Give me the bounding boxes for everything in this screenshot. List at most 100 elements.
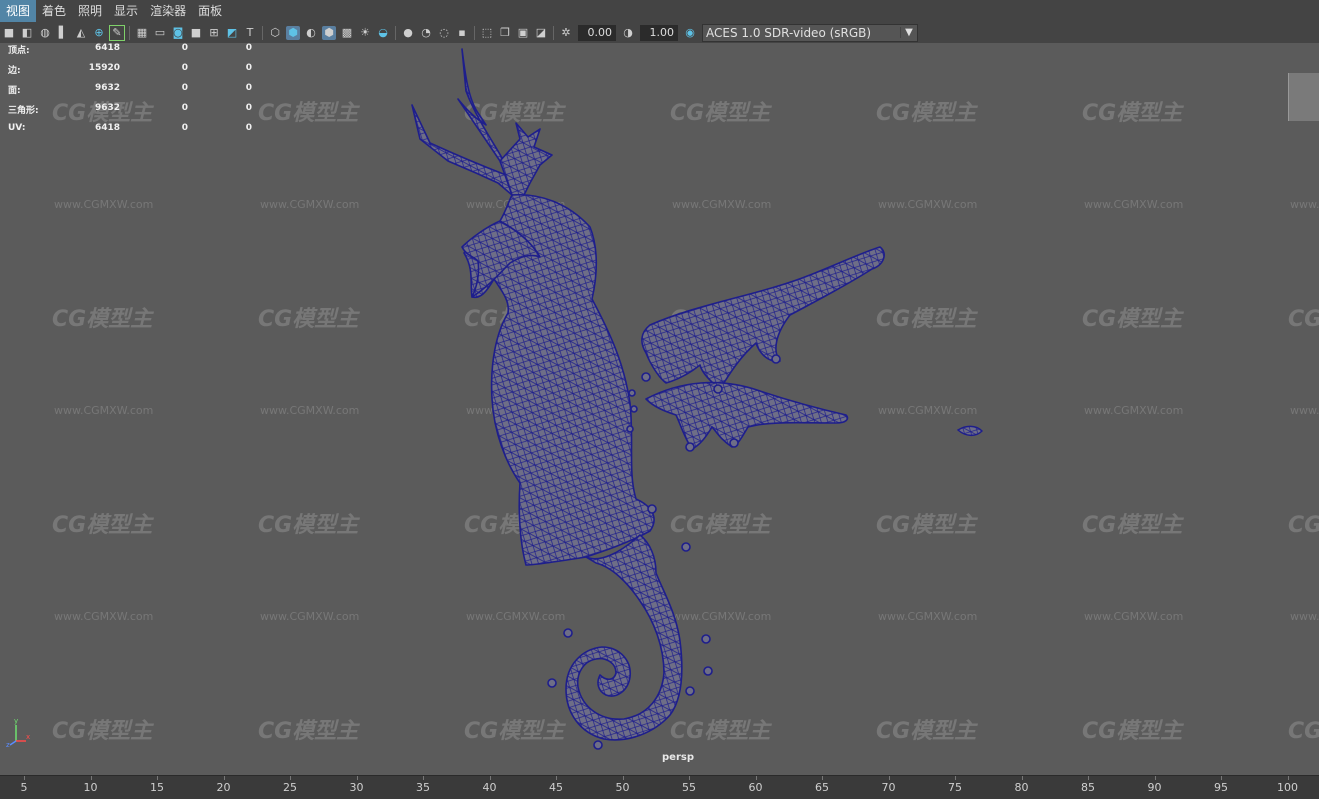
wireframe-on-shaded-icon[interactable]: ⬢ xyxy=(322,25,336,40)
timeline-tick-mark xyxy=(1021,776,1023,780)
bookmark-icon[interactable]: ▌ xyxy=(56,26,70,40)
timeline-tick-mark xyxy=(356,776,358,780)
antler-right xyxy=(499,122,553,196)
toolbar-separator xyxy=(129,25,130,40)
menu-view[interactable]: 视图 xyxy=(0,0,37,22)
timeline-tick-label: 20 xyxy=(216,781,231,794)
tail-knob xyxy=(681,542,691,552)
fin-knob xyxy=(628,389,636,397)
exposure-icon[interactable]: ✲ xyxy=(559,26,573,40)
toolbar-separator xyxy=(262,25,263,40)
timeline-tick-mark xyxy=(622,776,624,780)
timeline-tick-label: 90 xyxy=(1147,781,1162,794)
timeline-tick-mark xyxy=(822,776,823,780)
toolbar-separator xyxy=(553,25,554,40)
wing-tip-knob xyxy=(641,372,651,382)
tail-knob xyxy=(647,504,657,514)
timeline-tick-label: 35 xyxy=(416,781,430,794)
wireframe-icon[interactable]: ⬡ xyxy=(268,26,282,40)
grid-icon[interactable]: ▦ xyxy=(135,26,149,40)
seahorse-dragon-model[interactable] xyxy=(0,43,1319,775)
timeline-tick-mark xyxy=(1221,776,1222,780)
bookmark-camera-icon[interactable]: ◍ xyxy=(38,26,52,40)
x-ray-active-components-icon[interactable]: ▣ xyxy=(516,26,530,40)
menu-shading[interactable]: 着色 xyxy=(36,0,72,22)
timeline-tick-mark xyxy=(290,776,291,780)
timeline-tick-label: 15 xyxy=(150,781,164,794)
x-ray-icon[interactable]: ❐ xyxy=(498,26,512,40)
wing-tip-knob xyxy=(771,354,781,364)
menu-panels[interactable]: 面板 xyxy=(192,0,228,22)
camera-attributes-icon[interactable]: ◧ xyxy=(20,26,34,40)
timeline-tick-mark xyxy=(223,776,225,780)
wing-tip-knob xyxy=(685,442,695,452)
tail-knob xyxy=(685,686,695,696)
safe-action-icon[interactable]: ◩ xyxy=(225,26,239,40)
timeline-tick-mark xyxy=(955,776,956,780)
timeline-tick-mark xyxy=(1154,776,1156,780)
gamma-field[interactable]: 1.00 xyxy=(640,24,678,41)
camera-icon[interactable]: ■ xyxy=(2,26,16,40)
resolution-gate-icon[interactable]: ◙ xyxy=(171,26,185,40)
timeline-tick-label: 50 xyxy=(615,781,630,794)
default-material-icon[interactable]: ◐ xyxy=(304,26,318,40)
menu-show[interactable]: 显示 xyxy=(108,0,144,22)
gamma-icon[interactable]: ◑ xyxy=(621,26,635,40)
tail-knob xyxy=(547,678,557,688)
2d-pan-zoom-icon[interactable]: ⊕ xyxy=(92,26,106,40)
isolate-select-icon[interactable]: ⬚ xyxy=(480,26,494,40)
timeline-tick-label: 75 xyxy=(948,781,962,794)
color-management-icon[interactable]: ◉ xyxy=(683,26,697,40)
wing-upper xyxy=(641,246,885,390)
chevron-down-icon[interactable]: ▼ xyxy=(900,27,917,38)
timeline-tick-label: 85 xyxy=(1081,781,1095,794)
timeline-tick-mark xyxy=(24,776,25,780)
timeline-tick-label: 100 xyxy=(1277,781,1298,794)
film-gate-icon[interactable]: ▭ xyxy=(153,26,167,40)
timeline-tick-label: 80 xyxy=(1014,781,1029,794)
timeline-tick-label: 10 xyxy=(83,781,98,794)
timeline-tick-mark xyxy=(1287,776,1289,780)
tail-knob xyxy=(701,634,711,644)
timeline-tick-mark xyxy=(423,776,424,780)
axis-label-x: x xyxy=(26,733,30,741)
motion-blur-icon[interactable]: ◔ xyxy=(419,26,433,40)
timeline-tick-mark xyxy=(489,776,491,780)
gate-mask-icon[interactable]: ■ xyxy=(189,26,203,40)
wing-tip-knob xyxy=(713,384,723,394)
timeline-tick-mark xyxy=(556,776,557,780)
toolbar-separator xyxy=(395,25,396,40)
field-chart-icon[interactable]: ⊞ xyxy=(207,26,221,40)
menu-lighting[interactable]: 照明 xyxy=(72,0,108,22)
axis-label-y: y xyxy=(14,717,18,725)
perspective-viewport[interactable]: CG模型主 www.CGMXW.com CG模型主 www.CGMXW.com CG模型… xyxy=(0,43,1319,775)
view-cube[interactable] xyxy=(1288,73,1319,121)
smooth-shade-icon[interactable]: ⬢ xyxy=(286,25,300,40)
view-transform-dropdown[interactable]: ACES 1.0 SDR-video (sRGB) ▼ xyxy=(702,23,918,42)
depth-of-field-icon[interactable]: ▪ xyxy=(455,26,469,40)
safe-title-icon[interactable]: T xyxy=(243,26,257,40)
exposure-field[interactable]: 0.00 xyxy=(578,24,616,41)
timeline-tick-label: 45 xyxy=(549,781,563,794)
small-fish-model xyxy=(956,425,983,437)
textured-icon[interactable]: ▩ xyxy=(340,26,354,40)
fin-knob xyxy=(630,405,638,413)
timeline-tick-label: 60 xyxy=(748,781,763,794)
grease-pencil-icon[interactable]: ✎ xyxy=(109,24,125,41)
timeline-tick-label: 5 xyxy=(20,781,28,794)
anti-aliasing-icon[interactable]: ◌ xyxy=(437,26,451,40)
wing-tip-knob xyxy=(729,438,739,448)
menu-renderer[interactable]: 渲染器 xyxy=(144,0,192,22)
shadows-icon[interactable]: ◒ xyxy=(376,26,390,40)
ambient-occlusion-icon[interactable]: ● xyxy=(401,26,415,40)
tail-knob xyxy=(593,740,603,750)
use-all-lights-icon[interactable]: ☀ xyxy=(358,26,372,40)
axis-indicator: y x z xyxy=(6,717,30,747)
tail-knob xyxy=(703,666,713,676)
image-plane-icon[interactable]: ◭ xyxy=(74,26,88,40)
x-ray-joints-icon[interactable]: ◪ xyxy=(534,26,548,40)
timeline-tick-mark xyxy=(157,776,158,780)
timeline-tick-label: 65 xyxy=(815,781,829,794)
timeline-tick-mark xyxy=(689,776,690,780)
time-slider[interactable]: 5 10 15 20 25 30 35 40 45 50 55 60 65 70 75 80 85 90 95 100 xyxy=(0,775,1319,799)
